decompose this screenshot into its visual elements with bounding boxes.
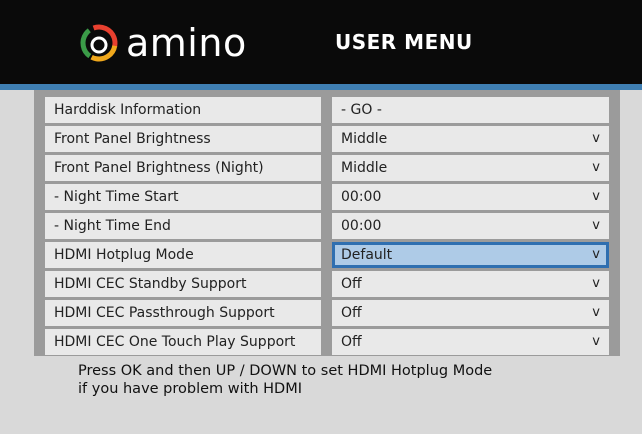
menu-row-night-time-start[interactable]: - Night Time Start 00:00 v: [34, 184, 620, 210]
menu-row-value: 00:00: [341, 189, 382, 205]
menu-row-harddisk-information[interactable]: Harddisk Information - GO -: [34, 97, 620, 123]
dropdown-chevron-icon: v: [592, 131, 600, 146]
hdmi-hotplug-mode-select[interactable]: Default v: [332, 242, 609, 268]
menu-row-value: 00:00: [341, 218, 382, 234]
menu-row-front-panel-brightness[interactable]: Front Panel Brightness Middle v: [34, 126, 620, 152]
dropdown-chevron-icon: v: [592, 276, 600, 291]
dropdown-chevron-icon: v: [592, 247, 600, 262]
hdmi-cec-one-touch-play-support-select[interactable]: Off v: [332, 329, 609, 355]
settings-panel: Harddisk Information - GO - Front Panel …: [34, 90, 620, 356]
header-bar: amino USER MENU: [0, 0, 642, 84]
menu-row-hdmi-cec-passthrough-support[interactable]: HDMI CEC Passthrough Support Off v: [34, 300, 620, 326]
menu-row-label: HDMI CEC One Touch Play Support: [45, 329, 321, 355]
dropdown-chevron-icon: v: [592, 334, 600, 349]
menu-row-label: - Night Time Start: [45, 184, 321, 210]
menu-row-hdmi-cec-standby-support[interactable]: HDMI CEC Standby Support Off v: [34, 271, 620, 297]
menu-row-front-panel-brightness-night[interactable]: Front Panel Brightness (Night) Middle v: [34, 155, 620, 181]
menu-row-hdmi-hotplug-mode[interactable]: HDMI Hotplug Mode Default v: [34, 242, 620, 268]
amino-logo-icon: [80, 24, 118, 62]
brand-name: amino: [126, 21, 247, 65]
amino-logo: amino: [78, 18, 247, 68]
menu-row-value: Middle: [341, 131, 388, 147]
menu-row-label: HDMI Hotplug Mode: [45, 242, 321, 268]
harddisk-go-button[interactable]: - GO -: [332, 97, 609, 123]
menu-row-night-time-end[interactable]: - Night Time End 00:00 v: [34, 213, 620, 239]
menu-row-value: Middle: [341, 160, 388, 176]
menu-row-label: HDMI CEC Passthrough Support: [45, 300, 321, 326]
menu-row-label: Front Panel Brightness: [45, 126, 321, 152]
menu-row-value: Off: [341, 334, 362, 350]
menu-row-label: - Night Time End: [45, 213, 321, 239]
menu-row-value: Default: [341, 247, 393, 263]
hdmi-cec-standby-support-select[interactable]: Off v: [332, 271, 609, 297]
dropdown-chevron-icon: v: [592, 160, 600, 175]
menu-row-hdmi-cec-one-touch-play-support[interactable]: HDMI CEC One Touch Play Support Off v: [34, 329, 620, 355]
front-panel-brightness-select[interactable]: Middle v: [332, 126, 609, 152]
menu-row-label: HDMI CEC Standby Support: [45, 271, 321, 297]
help-text-area: Press OK and then UP / DOWN to set HDMI …: [0, 356, 642, 434]
dropdown-chevron-icon: v: [592, 189, 600, 204]
menu-row-value: Off: [341, 276, 362, 292]
help-text-line-2: if you have problem with HDMI: [78, 381, 303, 397]
menu-row-value: - GO -: [341, 102, 382, 118]
menu-row-label: Harddisk Information: [45, 97, 321, 123]
front-panel-brightness-night-select[interactable]: Middle v: [332, 155, 609, 181]
night-time-end-select[interactable]: 00:00 v: [332, 213, 609, 239]
night-time-start-select[interactable]: 00:00 v: [332, 184, 609, 210]
hdmi-cec-passthrough-support-select[interactable]: Off v: [332, 300, 609, 326]
menu-row-label: Front Panel Brightness (Night): [45, 155, 321, 181]
page-title: USER MENU: [335, 30, 473, 54]
dropdown-chevron-icon: v: [592, 305, 600, 320]
dropdown-chevron-icon: v: [592, 218, 600, 233]
menu-row-value: Off: [341, 305, 362, 321]
help-text-line-1: Press OK and then UP / DOWN to set HDMI …: [78, 363, 493, 379]
